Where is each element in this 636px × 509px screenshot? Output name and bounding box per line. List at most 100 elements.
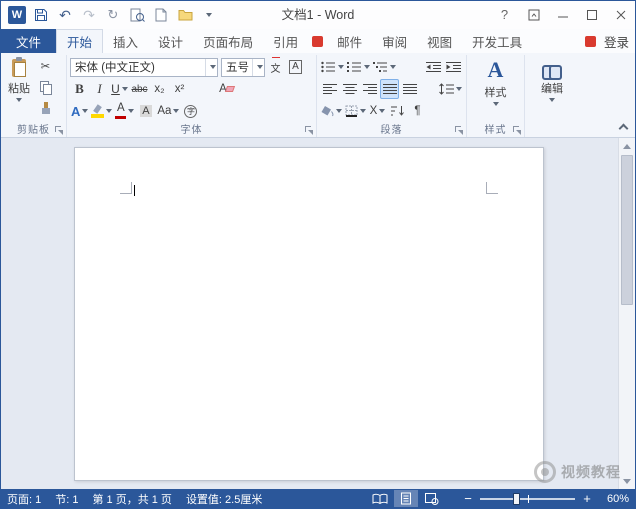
paste-button[interactable]: 粘贴 (4, 56, 34, 118)
font-group-label: 字体 (67, 121, 316, 136)
copy-button[interactable] (36, 77, 55, 97)
tab-file[interactable]: 文件 (1, 29, 56, 53)
addin-icon[interactable] (312, 36, 323, 47)
multilevel-list-icon (373, 61, 388, 73)
increase-indent-button[interactable] (444, 57, 463, 77)
status-bar: 页面: 1 节: 1 第 1 页，共 1 页 设置值: 2.5厘米 − + 60… (1, 489, 635, 508)
print-layout-button[interactable] (394, 490, 418, 507)
cut-button[interactable]: ✂ (36, 56, 55, 76)
line-spacing-button[interactable] (438, 79, 463, 99)
justify-button[interactable] (380, 79, 399, 99)
tab-references[interactable]: 引用 (263, 29, 308, 53)
clipboard-dialog-launcher[interactable] (55, 126, 64, 135)
open-button[interactable] (174, 4, 196, 26)
tab-design[interactable]: 设计 (148, 29, 193, 53)
enclose-characters-button[interactable]: 字 (181, 101, 200, 121)
asian-layout-button[interactable]: X (368, 101, 387, 121)
repeat-icon: ↻ (108, 7, 119, 23)
scroll-down-button[interactable] (619, 473, 635, 489)
borders-button[interactable] (344, 101, 367, 121)
sign-in-button[interactable]: 登录 (604, 29, 629, 53)
numbering-button[interactable] (346, 57, 371, 77)
zoom-slider[interactable] (480, 498, 575, 500)
tab-view[interactable]: 视图 (417, 29, 462, 53)
zoom-slider-thumb[interactable] (513, 493, 520, 505)
sort-button[interactable] (388, 101, 407, 121)
arrow-up-icon (623, 144, 631, 149)
styles-button[interactable]: A 样式 (470, 56, 521, 106)
scroll-up-button[interactable] (619, 138, 635, 154)
zoom-in-button[interactable]: + (581, 491, 593, 506)
superscript-button[interactable]: x² (170, 79, 189, 99)
status-page[interactable]: 页面: 1 (7, 491, 41, 507)
character-border-button[interactable]: A (286, 57, 305, 77)
minimize-button[interactable] (548, 1, 577, 28)
italic-button[interactable]: I (90, 79, 109, 99)
text-highlight-button[interactable] (90, 101, 113, 121)
close-button[interactable] (606, 1, 635, 28)
word-logo-icon[interactable]: W (6, 4, 28, 26)
ribbon-display-options-button[interactable] (519, 1, 548, 28)
text-effects-button[interactable]: A (70, 101, 89, 121)
font-color-button[interactable]: A (114, 101, 135, 121)
status-setting[interactable]: 设置值: 2.5厘米 (186, 491, 262, 507)
repeat-button[interactable]: ↻ (102, 4, 124, 26)
status-section[interactable]: 节: 1 (55, 491, 78, 507)
read-mode-button[interactable] (368, 490, 392, 507)
addin-icon-2[interactable] (585, 36, 596, 47)
scrollbar-thumb[interactable] (621, 155, 633, 305)
undo-button[interactable]: ↶ (54, 4, 76, 26)
web-layout-button[interactable] (420, 490, 444, 507)
help-button[interactable]: ? (490, 1, 519, 28)
paragraph-group-label: 段落 (317, 121, 466, 136)
font-name-combo[interactable]: 宋体 (中文正文) (70, 58, 218, 77)
maximize-button[interactable] (577, 1, 606, 28)
qat-customize-button[interactable] (198, 4, 220, 26)
chevron-down-icon (128, 109, 134, 113)
print-preview-button[interactable] (126, 4, 148, 26)
decrease-indent-button[interactable] (424, 57, 443, 77)
bullets-button[interactable] (320, 57, 345, 77)
tab-mailings[interactable]: 邮件 (327, 29, 372, 53)
collapse-ribbon-icon[interactable] (619, 124, 629, 134)
tab-home[interactable]: 开始 (56, 29, 103, 53)
zoom-percentage[interactable]: 60% (599, 493, 629, 505)
chevron-down-icon (122, 87, 128, 91)
document-page[interactable] (74, 147, 544, 481)
strikethrough-button[interactable]: abc (130, 79, 149, 99)
character-shading-button[interactable]: A (136, 101, 155, 121)
multilevel-list-button[interactable] (372, 57, 397, 77)
tab-page-layout[interactable]: 页面布局 (193, 29, 263, 53)
align-right-button[interactable] (360, 79, 379, 99)
align-left-button[interactable] (320, 79, 339, 99)
format-painter-button[interactable] (36, 98, 55, 118)
vertical-scrollbar[interactable] (618, 138, 635, 489)
clear-formatting-button[interactable]: A (217, 79, 236, 99)
phonetic-guide-button[interactable]: 文 (266, 57, 285, 77)
paragraph-dialog-launcher[interactable] (455, 126, 464, 135)
web-layout-icon (425, 493, 439, 505)
zoom-out-button[interactable]: − (462, 491, 474, 506)
tab-developer[interactable]: 开发工具 (462, 29, 532, 53)
chevron-down-icon (173, 109, 179, 113)
bold-button[interactable]: B (70, 79, 89, 99)
chevron-down-icon (390, 65, 396, 69)
change-case-button[interactable]: Aa (156, 101, 180, 121)
tab-review[interactable]: 审阅 (372, 29, 417, 53)
save-button[interactable] (30, 4, 52, 26)
subscript-button[interactable]: x₂ (150, 79, 169, 99)
shading-button[interactable] (320, 101, 343, 121)
word-window: W ↶ ↷ ↻ 文档1 - Word ? (0, 0, 636, 509)
show-hide-marks-button[interactable]: ¶ (408, 101, 427, 121)
redo-button[interactable]: ↷ (78, 4, 100, 26)
underline-button[interactable]: U (110, 79, 129, 99)
font-size-combo[interactable]: 五号 (221, 58, 265, 77)
font-dialog-launcher[interactable] (305, 126, 314, 135)
distribute-button[interactable] (400, 79, 419, 99)
align-center-button[interactable] (340, 79, 359, 99)
editing-button[interactable]: 编辑 (528, 56, 576, 102)
styles-dialog-launcher[interactable] (513, 126, 522, 135)
new-document-button[interactable] (150, 4, 172, 26)
status-page-info[interactable]: 第 1 页，共 1 页 (92, 491, 171, 507)
tab-insert[interactable]: 插入 (103, 29, 148, 53)
